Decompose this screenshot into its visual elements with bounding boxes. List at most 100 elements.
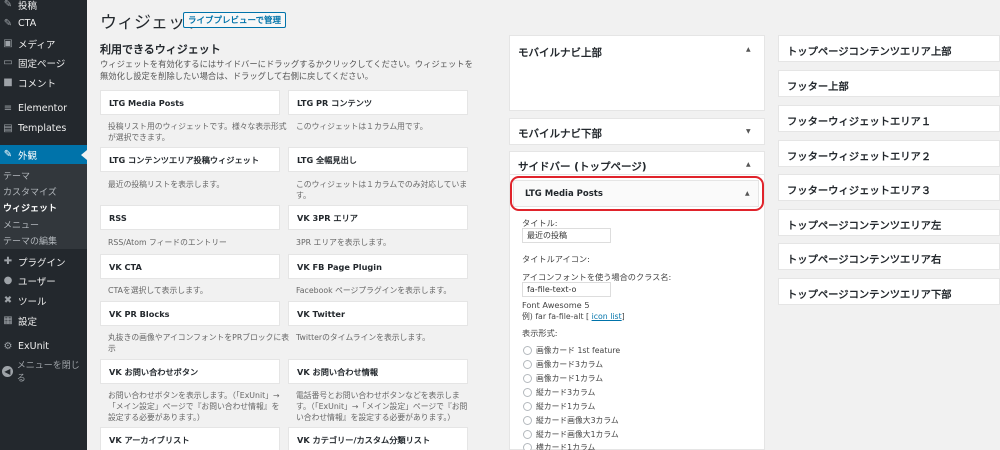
appearance-submenu: テーマ カスタマイズ ウィジェット メニュー テーマの編集 <box>0 164 87 249</box>
area-footer-widget-1[interactable]: フッターウィジェットエリア１ <box>778 105 1000 132</box>
area-title: トップページコンテンツエリア上部 <box>787 46 952 58</box>
sidebar-item-plugins[interactable]: ✚ プラグイン <box>0 252 87 271</box>
area-title: トップページコンテンツエリア下部 <box>787 289 952 301</box>
widget-description: CTAを選択して表示します。 <box>108 286 208 295</box>
user-icon: ● <box>3 275 13 286</box>
font-awesome-version: Font Awesome 5 <box>522 300 590 310</box>
widget-description: このウィジェットは１カラム用です。 <box>296 122 428 131</box>
display-format-label: 表示形式: <box>522 328 558 338</box>
widget-vk-cta[interactable]: VK CTA <box>100 254 280 279</box>
widget-vk-twitter[interactable]: VK Twitter <box>288 301 468 326</box>
available-widgets-description: ウィジェットを有効化するにはサイドバーにドラッグするかクリックしてください。ウィ… <box>100 59 473 81</box>
area-footer-widget-2[interactable]: フッターウィジェットエリア２ <box>778 140 1000 167</box>
sidebar-item-cta[interactable]: ✎ CTA <box>0 14 87 33</box>
widget-description: お問い合わせボタンを表示します。（「ExUnit」→「メイン設定」ページで『お問… <box>108 391 280 422</box>
collapse-arrow-icon[interactable]: ▲ <box>746 46 751 53</box>
radio-button[interactable] <box>523 360 532 369</box>
area-footer-widget-3[interactable]: フッターウィジェットエリア３ <box>778 174 1000 201</box>
submenu-menus[interactable]: メニュー <box>3 218 39 231</box>
sidebar-item-exunit[interactable]: ⚙ ExUnit <box>0 337 87 356</box>
radio-option[interactable]: 画像カード 1st feature <box>523 345 620 356</box>
widget-ltg-content-area-posts[interactable]: LTG コンテンツエリア投稿ウィジェット <box>100 147 280 172</box>
radio-button[interactable] <box>523 402 532 411</box>
widget-rss[interactable]: RSS <box>100 205 280 230</box>
widget-vk-contact-button[interactable]: VK お問い合わせボタン <box>100 359 280 384</box>
widget-vk-contact-info[interactable]: VK お問い合わせ情報 <box>288 359 468 384</box>
widget-vk-fb-page[interactable]: VK FB Page Plugin <box>288 254 468 279</box>
title-input[interactable]: 最近の投稿 <box>522 228 611 243</box>
sidebar-item-elementor[interactable]: ≡ Elementor <box>0 99 87 118</box>
area-mobile-nav-top[interactable]: モバイルナビ上部 ▲ <box>509 35 765 111</box>
widget-description: このウィジェットは１カラムでのみ対応しています。 <box>296 180 468 200</box>
submenu-theme-editor[interactable]: テーマの編集 <box>3 234 57 247</box>
radio-button[interactable] <box>523 374 532 383</box>
area-top-content-bottom[interactable]: トップページコンテンツエリア下部 <box>778 278 1000 305</box>
radio-button[interactable] <box>523 430 532 439</box>
submenu-theme[interactable]: テーマ <box>3 169 30 182</box>
widget-description: Twitterのタイムラインを表示します。 <box>296 333 430 342</box>
tool-icon: ✖ <box>3 295 13 306</box>
widget-vk-category-list[interactable]: VK カテゴリー/カスタム分類リスト <box>288 427 468 450</box>
area-mobile-nav-bottom[interactable]: モバイルナビ下部 ▼ <box>509 118 765 145</box>
radio-button[interactable] <box>523 443 532 450</box>
widget-description: Facebook ページプラグインを表示します。 <box>296 286 452 295</box>
radio-button[interactable] <box>523 388 532 397</box>
area-top-content-left[interactable]: トップページコンテンツエリア左 <box>778 209 1000 236</box>
expand-arrow-icon[interactable]: ▼ <box>746 128 751 135</box>
title-icon-label: タイトルアイコン: <box>522 254 590 264</box>
pin-icon: ✎ <box>3 0 13 10</box>
radio-option[interactable]: 横カード1カラム <box>523 442 595 450</box>
pin-icon: ✎ <box>3 18 13 29</box>
radio-option[interactable]: 画像カード1カラム <box>523 373 603 384</box>
area-title: フッター上部 <box>787 81 849 93</box>
widget-ltg-pr-content[interactable]: LTG PR コンテンツ <box>288 90 468 115</box>
sidebar-item-tools[interactable]: ✖ ツール <box>0 291 87 310</box>
widget-vk-3pr[interactable]: VK 3PR エリア <box>288 205 468 230</box>
sidebar-item-pages[interactable]: ▭ 固定ページ <box>0 53 87 72</box>
media-icon: ▣ <box>3 38 13 49</box>
radio-button[interactable] <box>523 346 532 355</box>
widget-ltg-media-posts[interactable]: LTG Media Posts <box>100 90 280 115</box>
sidebar-item-templates[interactable]: ▤ Templates <box>0 119 87 138</box>
highlight-annotation <box>510 176 764 211</box>
radio-button[interactable] <box>523 416 532 425</box>
widget-description: 最近の投稿リストを表示します。 <box>108 180 225 189</box>
collapse-menu-button[interactable]: ◀ メニューを閉じる <box>0 358 87 384</box>
admin-sidebar: ✎ 投稿 ✎ CTA ▣ メディア ▭ 固定ページ ■ コメント ≡ Elementor ▤… <box>0 0 87 450</box>
sidebar-item-media[interactable]: ▣ メディア <box>0 34 87 53</box>
area-top-content-upper[interactable]: トップページコンテンツエリア上部 <box>778 35 1000 62</box>
sidebar-item-posts[interactable]: ✎ 投稿 <box>0 0 87 14</box>
radio-option[interactable]: 縦カード画像大1カラム <box>523 429 619 440</box>
icon-class-input[interactable]: fa-file-text-o <box>522 282 611 297</box>
available-widgets-title: 利用できるウィジェット <box>100 43 221 56</box>
comment-icon: ■ <box>3 77 13 88</box>
widget-description: 丸抜きの画像やアイコンフォントをPRブロックに表示 <box>108 333 290 353</box>
area-title: モバイルナビ下部 <box>518 128 602 140</box>
sidebar-item-appearance[interactable]: ✎ 外観 <box>0 145 87 164</box>
sidebar-item-users[interactable]: ● ユーザー <box>0 271 87 290</box>
radio-option[interactable]: 縦カード画像大3カラム <box>523 415 619 426</box>
icon-example: 例) far fa-file-alt [ icon list] <box>522 312 625 321</box>
widget-ltg-full-heading[interactable]: LTG 全幅見出し <box>288 147 468 172</box>
collapse-arrow-icon: ◀ <box>2 365 13 377</box>
area-title: フッターウィジェットエリア１ <box>787 116 932 128</box>
area-title: モバイルナビ上部 <box>518 47 602 59</box>
radio-option[interactable]: 縦カード1カラム <box>523 401 595 412</box>
submenu-widgets[interactable]: ウィジェット <box>3 201 57 214</box>
page-icon: ▭ <box>3 57 13 68</box>
live-preview-button[interactable]: ライブプレビューで管理 <box>183 12 286 28</box>
area-top-content-right[interactable]: トップページコンテンツエリア右 <box>778 243 1000 270</box>
radio-option[interactable]: 縦カード3カラム <box>523 387 595 398</box>
area-footer-top[interactable]: フッター上部 <box>778 70 1000 97</box>
sidebar-item-comments[interactable]: ■ コメント <box>0 73 87 92</box>
widget-vk-archive-list[interactable]: VK アーカイブリスト <box>100 427 280 450</box>
icon-list-link[interactable]: icon list <box>592 312 622 321</box>
plugin-icon: ✚ <box>3 256 13 267</box>
widget-description: 投稿リスト用のウィジェットです。様々な表示形式が選択できます。 <box>108 122 287 142</box>
widget-vk-pr-blocks[interactable]: VK PR Blocks <box>100 301 280 326</box>
settings-icon: ▦ <box>3 315 13 326</box>
radio-option[interactable]: 画像カード3カラム <box>523 359 603 370</box>
collapse-arrow-icon[interactable]: ▲ <box>746 161 751 168</box>
submenu-customize[interactable]: カスタマイズ <box>3 185 57 198</box>
sidebar-item-settings[interactable]: ▦ 設定 <box>0 311 87 330</box>
